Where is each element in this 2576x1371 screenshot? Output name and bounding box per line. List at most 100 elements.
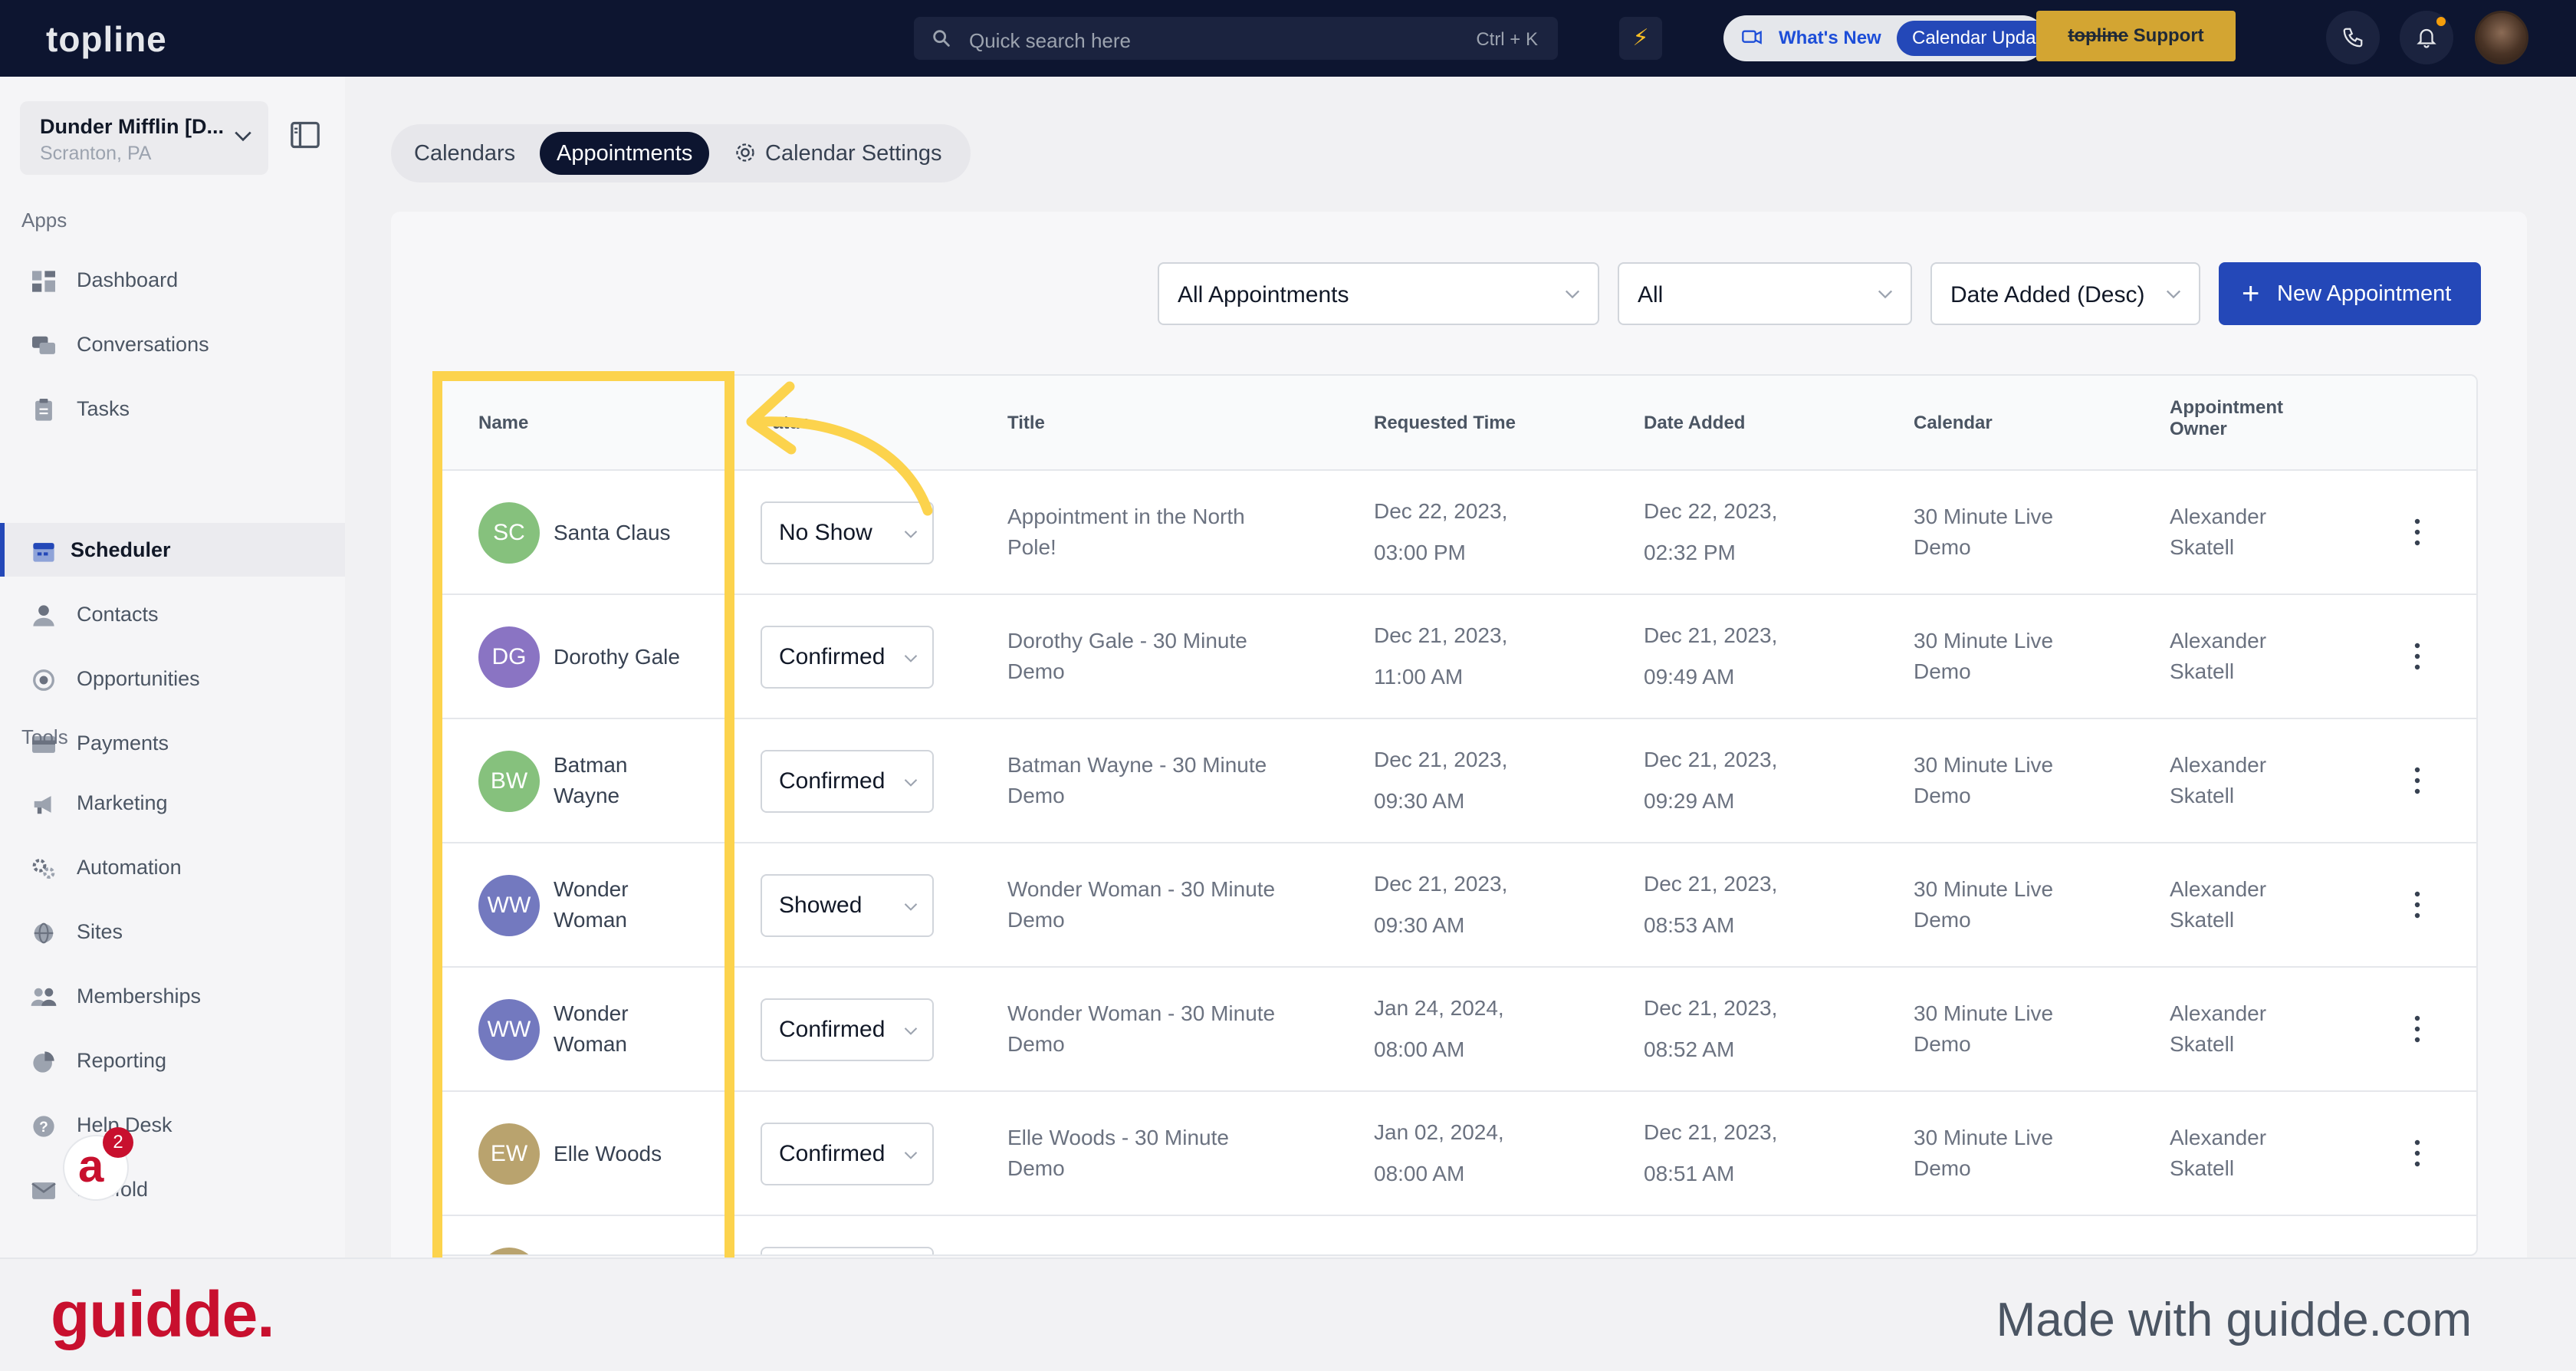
whats-new-button[interactable]: What's New Calendar Upda: [1723, 15, 2045, 61]
title-line2: Pole!: [1007, 535, 1056, 559]
chevron-down-icon: [235, 131, 251, 142]
appointment-title[interactable]: Appointment in the North Pole!: [1007, 501, 1245, 563]
tab-calendars[interactable]: Calendars: [414, 132, 515, 175]
calendar-name: 30 Minute Live Demo: [1914, 1123, 2053, 1184]
sidebar-item-label: Scheduler: [71, 538, 171, 561]
title-line1: Batman Wayne - 30 Minute: [1007, 753, 1267, 777]
select-value: All Appointments: [1178, 282, 1349, 307]
chevron-down-icon: [904, 1027, 918, 1035]
appointment-title[interactable]: Wonder Woman - 30 Minute Demo: [1007, 998, 1275, 1060]
title-line1: Wonder Woman - 30 Minute: [1007, 1001, 1276, 1025]
lightning-icon[interactable]: ⚡: [1619, 17, 1662, 60]
calendar-name: 30 Minute Live Demo: [1914, 874, 2053, 935]
notification-dot: [2436, 17, 2446, 26]
table-row[interactable]: DG Dorothy Gale Confirmed Dorothy Gale - 30…: [435, 595, 2476, 719]
requested-time: Jan 24, 2024, 08:00 AM: [1374, 988, 1504, 1070]
appointment-title[interactable]: Batman Wayne - 30 Minute Demo: [1007, 750, 1267, 811]
sidebar-item-opportunities[interactable]: Opportunities: [0, 652, 345, 705]
sidebar-item-reporting[interactable]: Reporting: [0, 1034, 345, 1087]
sort-select[interactable]: Date Added (Desc): [1930, 262, 2200, 325]
sidebar-item-scheduler[interactable]: Scheduler: [0, 523, 345, 577]
support-brand: topline: [2068, 25, 2128, 46]
more-options-icon[interactable]: [2413, 889, 2421, 920]
header-date-added[interactable]: Date Added: [1644, 413, 1745, 434]
sidebar-collapse-icon[interactable]: [290, 121, 320, 149]
made-with-text[interactable]: Made with guidde.com: [1996, 1293, 2472, 1347]
status-select[interactable]: Confirmed: [761, 1123, 934, 1185]
location-name: Dunder Mifflin [D...: [40, 115, 224, 138]
phone-button[interactable]: [2326, 11, 2380, 64]
status-select[interactable]: Showed: [761, 874, 934, 937]
added-clock: 08:52 AM: [1644, 1037, 1735, 1061]
select-value: Date Added (Desc): [1950, 282, 2145, 307]
sidebar-item-label: Marketing: [77, 791, 168, 814]
tab-appointments[interactable]: Appointments: [540, 132, 710, 175]
sidebar-item-contacts[interactable]: Contacts: [0, 587, 345, 641]
sidebar-item-sites[interactable]: Sites: [0, 905, 345, 958]
scheduler-tabs: Calendars Appointments Calendar Settings: [391, 124, 971, 182]
appointment-type-select[interactable]: All Appointments: [1158, 262, 1599, 325]
more-options-icon[interactable]: [2413, 1014, 2421, 1044]
new-appointment-label: New Appointment: [2277, 281, 2452, 306]
status-select[interactable]: Confirmed: [761, 750, 934, 813]
more-options-icon[interactable]: [2413, 641, 2421, 672]
calendar-update-pill[interactable]: Calendar Upda: [1897, 21, 2045, 56]
added-clock: 02:32 PM: [1644, 541, 1736, 564]
header-requested-time[interactable]: Requested Time: [1374, 413, 1516, 434]
chevron-down-icon: [2166, 290, 2181, 299]
sidebar-item-dashboard[interactable]: Dashboard: [0, 253, 345, 307]
added-clock: 09:29 AM: [1644, 789, 1735, 813]
notifications-button[interactable]: [2400, 11, 2453, 64]
sidebar-item-marketing[interactable]: Marketing: [0, 776, 345, 830]
table-row[interactable]: WW Wonder Woman Showed Wonder Woman - 30 Min…: [435, 843, 2476, 968]
sidebar-item-automation[interactable]: Automation: [0, 840, 345, 894]
new-appointment-button[interactable]: + New Appointment: [2219, 262, 2481, 325]
location-switcher[interactable]: Dunder Mifflin [D... Scranton, PA: [20, 101, 268, 175]
status-filter-select[interactable]: All: [1618, 262, 1912, 325]
table-row[interactable]: EW Elle Woods Confirmed Elle Woods - 30 Min…: [435, 1092, 2476, 1216]
title-line2: Demo: [1007, 1032, 1065, 1056]
requested-clock: 09:30 AM: [1374, 789, 1465, 813]
status-select[interactable]: Confirmed: [761, 998, 934, 1061]
title-line2: Demo: [1007, 784, 1065, 807]
sidebar-item-help-desk[interactable]: ? Help Desk: [0, 1098, 345, 1152]
appointment-title[interactable]: Wonder Woman - 30 Minute Demo: [1007, 874, 1275, 935]
app-logo[interactable]: topline: [46, 18, 167, 60]
header-owner[interactable]: Appointment Owner: [2170, 397, 2283, 440]
guidde-logo[interactable]: guidde.: [51, 1277, 275, 1352]
whats-new-label: What's New: [1779, 28, 1881, 48]
search-icon: [933, 30, 950, 47]
tab-calendar-settings[interactable]: Calendar Settings: [734, 132, 942, 175]
status-select[interactable]: Confirmed: [761, 626, 934, 689]
calendar-line2: Demo: [1914, 908, 1971, 932]
appointment-title[interactable]: Dorothy Gale - 30 Minute Demo: [1007, 626, 1247, 687]
more-options-icon[interactable]: [2413, 1138, 2421, 1169]
tab-calendar-settings-label: Calendar Settings: [765, 141, 942, 166]
sidebar-item-label: Conversations: [77, 333, 209, 356]
mail-icon: [31, 1182, 56, 1199]
appointment-title[interactable]: Elle Woods - 30 Minute Demo: [1007, 1123, 1229, 1184]
user-icon: [33, 605, 54, 626]
sidebar-item-conversations[interactable]: Conversations: [0, 317, 345, 371]
table-row[interactable]: BW Batman Wayne Confirmed Batman Wayne - 30 …: [435, 719, 2476, 843]
apps-header: Apps: [21, 209, 67, 232]
status-select[interactable]: [761, 1247, 934, 1254]
more-options-icon[interactable]: [2413, 517, 2421, 547]
chat-icon: [32, 336, 55, 354]
table-row[interactable]: WW Wonder Woman Confirmed Wonder Woman - 30 …: [435, 968, 2476, 1092]
support-button[interactable]: topline Support: [2036, 11, 2236, 61]
sidebar-item-memberships[interactable]: Memberships: [0, 969, 345, 1023]
sidebar-item-label: Automation: [77, 856, 182, 879]
app-launcher-badge[interactable]: a 2: [63, 1127, 133, 1201]
header-title[interactable]: Title: [1007, 413, 1045, 434]
quick-search-input[interactable]: Quick search here Ctrl + K: [914, 17, 1558, 60]
header-calendar[interactable]: Calendar: [1914, 413, 1993, 434]
date-added: Dec 21, 2023, 09:49 AM: [1644, 615, 1777, 698]
sidebar-item-mailfold[interactable]: Mailfold: [0, 1162, 345, 1216]
user-avatar[interactable]: [2475, 11, 2528, 64]
more-options-icon[interactable]: [2413, 765, 2421, 796]
sidebar-item-tasks[interactable]: Tasks: [0, 382, 345, 436]
table-row-partial[interactable]: [435, 1216, 2476, 1254]
calendar-line1: 30 Minute Live: [1914, 1001, 2054, 1025]
calendar-line2: Demo: [1914, 1032, 1971, 1056]
